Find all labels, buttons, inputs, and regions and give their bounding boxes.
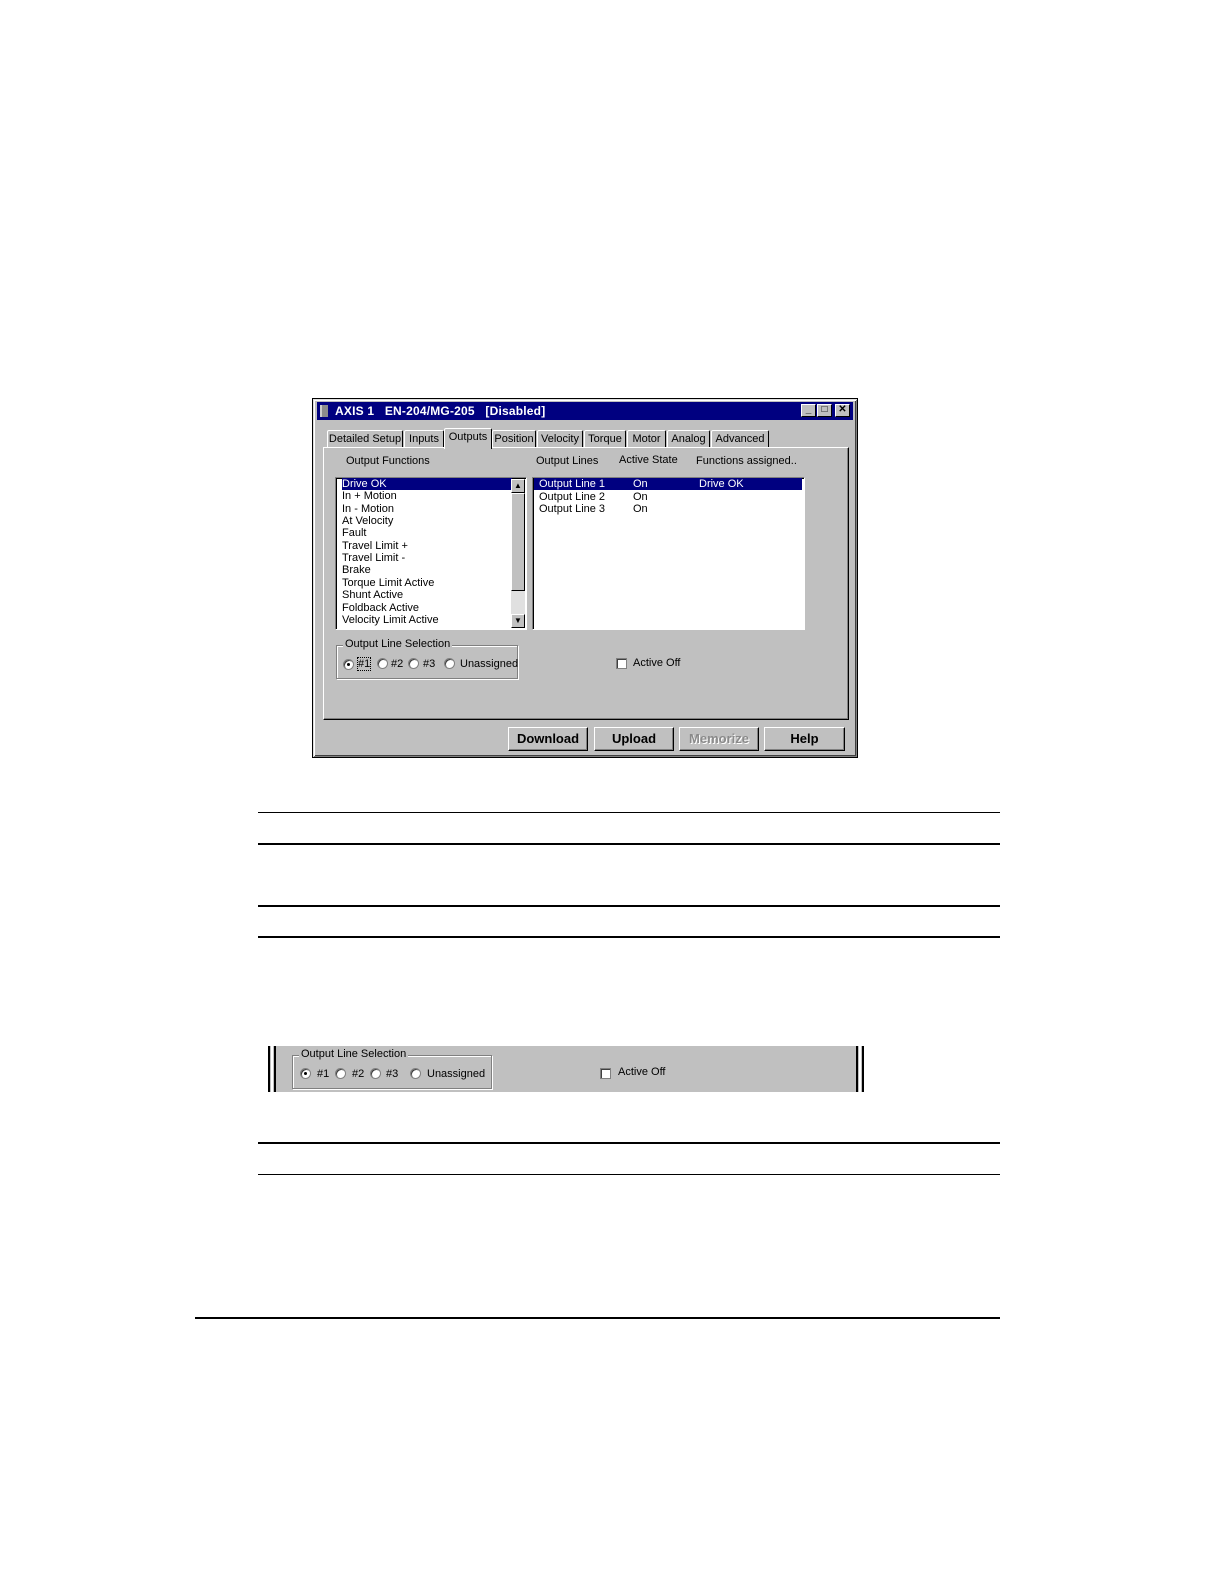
- tab-torque[interactable]: Torque: [584, 430, 626, 448]
- list-item[interactable]: Torque Limit Active: [342, 577, 434, 589]
- radio-unassigned-label-detail[interactable]: Unassigned: [427, 1068, 485, 1080]
- radio-unassigned-label[interactable]: Unassigned: [460, 658, 518, 670]
- divider: [258, 843, 1000, 845]
- output-lines-list[interactable]: Output Line 1 On Drive OK Output Line 2 …: [532, 477, 805, 630]
- download-button-label: Download: [516, 731, 580, 746]
- help-button[interactable]: Help: [764, 727, 845, 751]
- output-line-functions: Drive OK: [699, 478, 744, 490]
- output-line-name: Output Line 3: [539, 503, 606, 515]
- tab-inputs[interactable]: Inputs: [404, 430, 444, 448]
- radio-line-3-label-detail[interactable]: #3: [386, 1068, 398, 1080]
- group-title-detail: Output Line Selection: [299, 1048, 409, 1060]
- radio-line-2-detail[interactable]: [335, 1068, 346, 1079]
- memorize-button[interactable]: Memorize: [679, 727, 759, 751]
- divider: [258, 812, 1000, 813]
- functions-assigned-header: Functions assigned..: [696, 455, 797, 467]
- upload-button-label: Upload: [611, 731, 657, 746]
- active-off-label-detail[interactable]: Active Off: [618, 1066, 665, 1078]
- list-item[interactable]: Shunt Active: [342, 589, 403, 601]
- table-row[interactable]: Output Line 2 On: [534, 491, 802, 503]
- drive-app-icon: [320, 405, 328, 417]
- radio-unassigned-detail[interactable]: [410, 1068, 421, 1079]
- radio-line-2-label[interactable]: #2: [391, 658, 403, 670]
- tab-velocity[interactable]: Velocity: [537, 430, 583, 448]
- output-line-name: Output Line 1: [539, 478, 606, 490]
- list-item[interactable]: In - Motion: [342, 503, 394, 515]
- output-functions-list[interactable]: Drive OK In + Motion In - Motion At Velo…: [335, 477, 527, 630]
- list-item[interactable]: Velocity Limit Active: [342, 614, 439, 626]
- minimize-icon[interactable]: _: [801, 404, 816, 417]
- output-line-state: On: [633, 491, 648, 503]
- title-bar[interactable]: AXIS 1 EN-204/MG-205 [Disabled] _ □ ✕: [317, 402, 853, 420]
- divider: [258, 936, 1000, 938]
- list-item[interactable]: Fault: [342, 527, 366, 539]
- active-off-label[interactable]: Active Off: [633, 657, 680, 669]
- divider: [258, 905, 1000, 907]
- vertical-scrollbar[interactable]: ▲ ▼: [511, 479, 525, 628]
- radio-line-3-detail[interactable]: [370, 1068, 381, 1079]
- scrollbar-thumb[interactable]: [511, 493, 525, 591]
- arrow-down-icon[interactable]: ▼: [511, 614, 525, 628]
- list-item[interactable]: Travel Limit +: [342, 540, 408, 552]
- radio-line-1-detail[interactable]: [300, 1068, 311, 1079]
- tab-analog[interactable]: Analog: [667, 430, 710, 448]
- list-item[interactable]: Brake: [342, 564, 371, 576]
- close-icon[interactable]: ✕: [835, 404, 850, 417]
- download-button[interactable]: Download: [508, 727, 588, 751]
- radio-line-1-label[interactable]: #1: [356, 657, 372, 671]
- radio-line-2[interactable]: [377, 658, 388, 669]
- crop-border-left-inner: [274, 1046, 276, 1092]
- axis-setup-window: AXIS 1 EN-204/MG-205 [Disabled] _ □ ✕ De…: [312, 398, 858, 758]
- output-functions-label: Output Functions: [346, 455, 430, 467]
- output-lines-header: Output Lines: [536, 455, 599, 467]
- crop-border-right: [862, 1046, 864, 1092]
- output-line-selection-group: Output Line Selection #1 #2 #3 Unassigne…: [336, 638, 518, 679]
- list-item[interactable]: Drive OK: [342, 478, 512, 490]
- memorize-button-label: Memorize: [689, 731, 749, 746]
- page-footer-rule: [195, 1317, 1000, 1319]
- tab-outputs[interactable]: Outputs: [444, 428, 492, 449]
- table-row[interactable]: Output Line 1 On Drive OK: [534, 478, 802, 490]
- table-row[interactable]: Output Line 3 On: [534, 503, 802, 515]
- active-off-checkbox-detail[interactable]: [600, 1068, 611, 1079]
- crop-border-left: [268, 1046, 270, 1092]
- output-line-state: On: [633, 478, 648, 490]
- divider: [258, 1174, 1000, 1175]
- list-item[interactable]: Foldback Active: [342, 602, 419, 614]
- maximize-icon[interactable]: □: [817, 404, 832, 417]
- arrow-up-icon[interactable]: ▲: [511, 479, 525, 493]
- radio-line-3[interactable]: [408, 658, 419, 669]
- crop-border-right-highlight: [859, 1046, 861, 1092]
- upload-button[interactable]: Upload: [594, 727, 674, 751]
- crop-border-right-inner: [856, 1046, 858, 1092]
- radio-line-1-label-detail[interactable]: #1: [317, 1068, 329, 1080]
- output-line-name: Output Line 2: [539, 491, 606, 503]
- active-off-checkbox[interactable]: [616, 658, 627, 669]
- divider: [258, 1142, 1000, 1144]
- list-item[interactable]: At Velocity: [342, 515, 393, 527]
- active-state-header: Active State: [619, 454, 678, 466]
- output-line-state: On: [633, 503, 648, 515]
- output-line-selection-detail: Output Line Selection #1 #2 #3 Unassigne…: [268, 1046, 864, 1092]
- list-item[interactable]: In + Motion: [342, 490, 397, 502]
- radio-unassigned[interactable]: [444, 658, 455, 669]
- group-title: Output Line Selection: [343, 638, 453, 650]
- output-line-selection-group-detail: Output Line Selection #1 #2 #3 Unassigne…: [292, 1048, 492, 1089]
- tab-detailed-setup[interactable]: Detailed Setup: [327, 430, 403, 448]
- help-button-label: Help: [790, 731, 819, 746]
- radio-line-3-label[interactable]: #3: [423, 658, 435, 670]
- crop-border-left-highlight: [271, 1046, 273, 1092]
- tab-advanced[interactable]: Advanced: [711, 430, 769, 448]
- radio-line-2-label-detail[interactable]: #2: [352, 1068, 364, 1080]
- window-title: AXIS 1 EN-204/MG-205 [Disabled]: [335, 404, 546, 418]
- radio-line-1[interactable]: [343, 659, 354, 670]
- list-item[interactable]: Travel Limit -: [342, 552, 405, 564]
- outputs-panel: Output Functions Output Lines Active Sta…: [323, 447, 849, 720]
- tab-motor[interactable]: Motor: [627, 430, 666, 448]
- tab-position[interactable]: Position: [492, 430, 536, 448]
